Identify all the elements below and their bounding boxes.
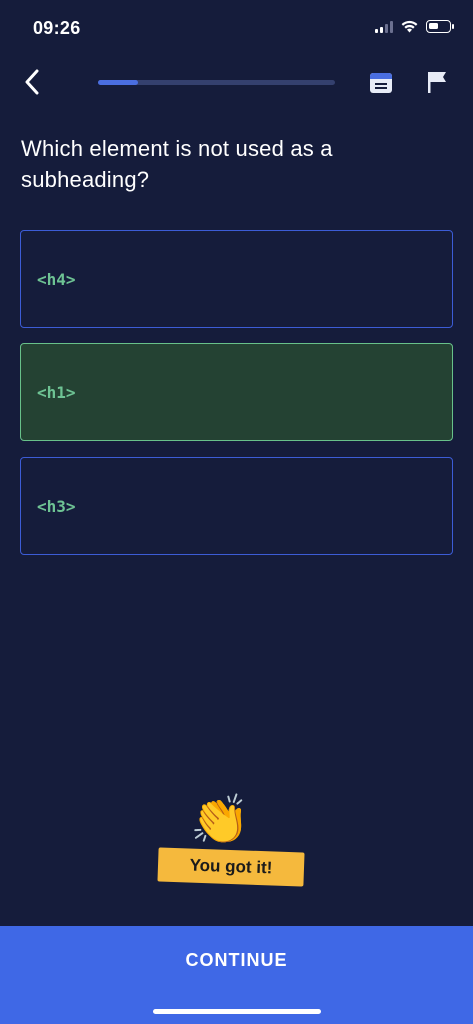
answer-option-label: <h1>: [37, 382, 76, 402]
answer-option-3[interactable]: <h3>: [20, 457, 453, 555]
continue-label: CONTINUE: [185, 950, 288, 970]
success-feedback: 👏 You got it!: [157, 790, 308, 900]
status-time: 09:26: [33, 18, 81, 38]
question-text: Which element is not used as a subheadin…: [21, 136, 333, 192]
top-nav: [0, 58, 473, 108]
lesson-progress-fill: [98, 80, 139, 85]
lesson-progress-bar: [98, 80, 335, 85]
answer-option-label: <h3>: [37, 496, 76, 516]
answer-option-2-correct[interactable]: <h1>: [20, 343, 453, 441]
wifi-icon: [401, 20, 418, 33]
chevron-left-icon: [25, 69, 39, 95]
home-indicator: [153, 1009, 321, 1014]
continue-button[interactable]: CONTINUE: [0, 926, 473, 1024]
signal-icon: [375, 20, 393, 33]
notes-button[interactable]: [368, 71, 394, 95]
answer-option-label: <h4>: [37, 269, 76, 289]
success-badge: You got it!: [157, 847, 305, 887]
flag-icon: [428, 72, 446, 93]
report-flag-button[interactable]: [426, 69, 448, 95]
status-icons: [375, 20, 454, 33]
notes-icon: [370, 73, 392, 93]
battery-fill: [429, 23, 438, 29]
status-bar: 09:26: [0, 0, 473, 56]
back-button[interactable]: [18, 66, 46, 98]
battery-icon: [426, 20, 454, 33]
answer-option-1[interactable]: <h4>: [20, 230, 453, 328]
quiz-screen: 09:26 Which element is not used as a sub…: [0, 0, 473, 1024]
clapping-hands-icon: 👏: [190, 792, 250, 848]
